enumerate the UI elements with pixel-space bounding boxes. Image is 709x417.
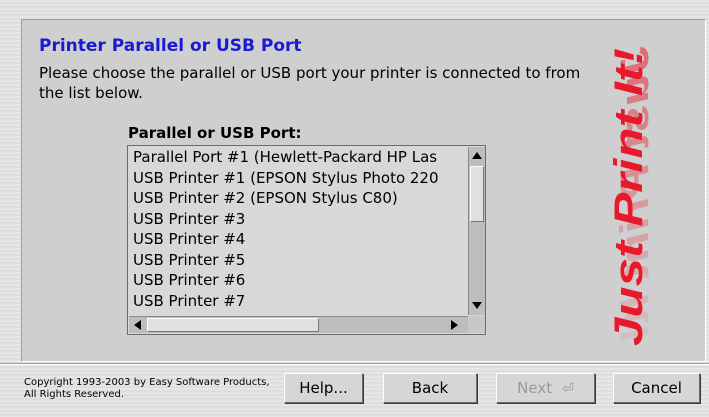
help-button[interactable]: Help...	[284, 373, 363, 403]
scroll-up-arrow-icon[interactable]	[472, 152, 482, 159]
page-title: Printer Parallel or USB Port	[39, 36, 302, 56]
list-item[interactable]: USB Printer #5	[128, 250, 468, 271]
next-button-label: Next	[517, 379, 553, 397]
enter-arrow-icon: ⏎	[562, 381, 574, 397]
port-listbox[interactable]: Parallel Port #1 (Hewlett-Packard HP Las…	[127, 145, 486, 335]
scroll-left-arrow-icon[interactable]	[134, 320, 141, 330]
footer-divider	[0, 363, 709, 365]
back-button[interactable]: Back	[383, 373, 477, 403]
next-button[interactable]: Next ⏎	[496, 373, 595, 403]
scroll-right-arrow-icon[interactable]	[451, 320, 458, 330]
scrollbar-corner	[468, 316, 485, 333]
list-item[interactable]: USB Printer #2 (EPSON Stylus C80)	[128, 188, 468, 209]
cancel-button[interactable]: Cancel	[613, 373, 700, 403]
list-item[interactable]: USB Printer #7	[128, 291, 468, 312]
list-item[interactable]: USB Printer #3	[128, 209, 468, 230]
list-item[interactable]: USB Printer #1 (EPSON Stylus Photo 220	[128, 168, 468, 189]
list-item[interactable]: Parallel Port #1 (Hewlett-Packard HP Las	[128, 147, 468, 168]
vertical-scrollbar[interactable]	[468, 147, 485, 315]
logo-text: Just Print It!	[607, 48, 651, 346]
list-item[interactable]: USB Printer #4	[128, 229, 468, 250]
vertical-scroll-thumb[interactable]	[470, 166, 484, 222]
list-item[interactable]: USB Printer #6	[128, 270, 468, 291]
just-print-it-logo: Just Print It! Just Print It!	[607, 46, 657, 346]
port-list-items: Parallel Port #1 (Hewlett-Packard HP Las…	[128, 147, 468, 315]
instructions-text: Please choose the parallel or USB port y…	[39, 64, 581, 102]
port-list-label: Parallel or USB Port:	[128, 124, 302, 142]
horizontal-scrollbar[interactable]	[129, 316, 468, 333]
scroll-down-arrow-icon[interactable]	[472, 302, 482, 309]
horizontal-scroll-thumb[interactable]	[147, 318, 319, 332]
copyright-text: Copyright 1993-2003 by Easy Software Pro…	[24, 377, 270, 400]
